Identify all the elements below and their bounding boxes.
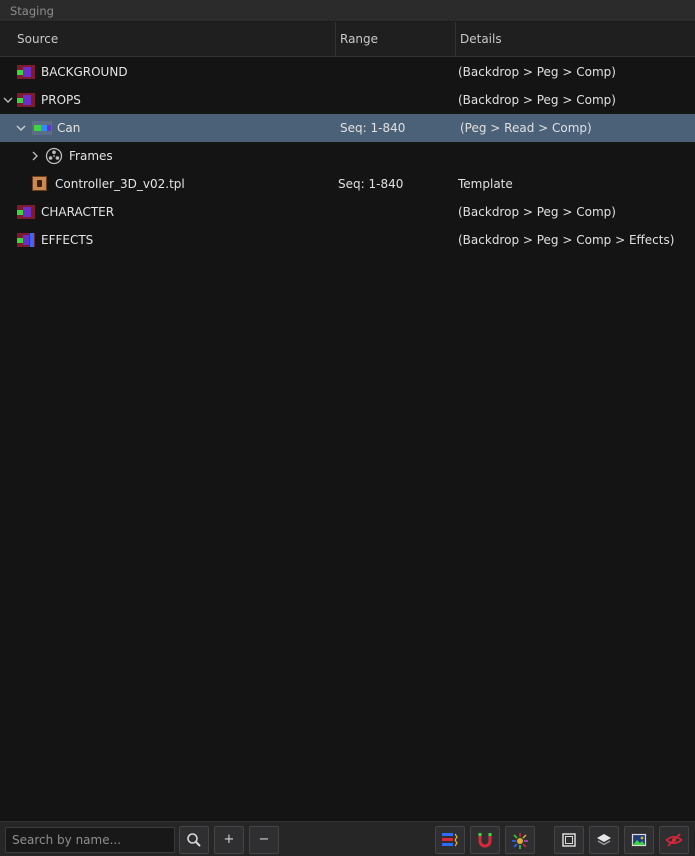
row-details: Template xyxy=(458,177,513,191)
tree-row-effects[interactable]: EFFECTS (Backdrop > Peg > Comp > Effects… xyxy=(0,226,695,254)
panel-title-bar: Staging xyxy=(0,0,695,22)
effects-group-icon xyxy=(17,233,35,247)
film-reel-icon xyxy=(45,147,63,165)
column-divider[interactable] xyxy=(455,22,456,57)
row-range: Seq: 1-840 xyxy=(340,121,406,135)
row-details: (Backdrop > Peg > Comp) xyxy=(458,205,616,219)
column-range[interactable]: Range xyxy=(340,22,378,57)
tree-row-can[interactable]: Can Seq: 1-840 (Peg > Read > Comp) xyxy=(0,114,695,142)
row-label: BACKGROUND xyxy=(41,65,128,79)
magnet-button[interactable] xyxy=(470,826,500,854)
row-details: (Backdrop > Peg > Comp > Effects) xyxy=(458,233,675,247)
panel-title: Staging xyxy=(10,4,54,18)
row-details: (Peg > Read > Comp) xyxy=(460,121,592,135)
effects-burst-button[interactable] xyxy=(505,826,535,854)
column-source[interactable]: Source xyxy=(17,22,58,57)
node-color-button[interactable] xyxy=(435,826,465,854)
image-button[interactable] xyxy=(624,826,654,854)
layers-button[interactable] xyxy=(589,826,619,854)
row-label: EFFECTS xyxy=(41,233,94,247)
search-input[interactable] xyxy=(5,827,175,853)
row-label: CHARACTER xyxy=(41,205,115,219)
row-details: (Backdrop > Peg > Comp) xyxy=(458,65,616,79)
layers-icon xyxy=(597,834,611,846)
layer-group-icon xyxy=(17,93,35,107)
layer-group-icon xyxy=(17,205,35,219)
layer-group-icon xyxy=(17,65,35,79)
layer-group-icon xyxy=(32,121,52,135)
row-label: Frames xyxy=(69,149,113,163)
row-range: Seq: 1-840 xyxy=(338,177,404,191)
tree-row-controller-template[interactable]: Controller_3D_v02.tpl Seq: 1-840 Templat… xyxy=(0,170,695,198)
effects-burst-icon xyxy=(512,833,528,849)
search-button[interactable] xyxy=(179,826,209,854)
column-details[interactable]: Details xyxy=(460,22,502,57)
template-icon xyxy=(32,176,47,191)
magnet-icon xyxy=(478,833,492,848)
add-button[interactable]: + xyxy=(214,826,244,854)
row-label: PROPS xyxy=(41,93,81,107)
camera-frame-icon xyxy=(562,833,576,847)
row-label: Can xyxy=(57,121,81,135)
search-icon xyxy=(187,833,201,847)
chevron-down-icon[interactable] xyxy=(16,123,26,133)
chevron-down-icon[interactable] xyxy=(3,95,13,105)
column-header: Source Range Details xyxy=(0,22,695,57)
image-icon xyxy=(631,833,647,847)
remove-button[interactable]: − xyxy=(249,826,279,854)
staging-toolbar: + − xyxy=(0,821,695,856)
column-divider[interactable] xyxy=(335,22,336,57)
staging-tree: BACKGROUND (Backdrop > Peg > Comp) PROPS… xyxy=(0,58,695,254)
chevron-right-icon[interactable] xyxy=(30,151,40,161)
row-label: Controller_3D_v02.tpl xyxy=(55,177,185,191)
tree-row-background[interactable]: BACKGROUND (Backdrop > Peg > Comp) xyxy=(0,58,695,86)
node-color-icon xyxy=(442,833,458,847)
tree-row-frames[interactable]: Frames xyxy=(0,142,695,170)
tree-row-character[interactable]: CHARACTER (Backdrop > Peg > Comp) xyxy=(0,198,695,226)
hide-button[interactable] xyxy=(659,826,689,854)
camera-frame-button[interactable] xyxy=(554,826,584,854)
row-details: (Backdrop > Peg > Comp) xyxy=(458,93,616,107)
tree-row-props[interactable]: PROPS (Backdrop > Peg > Comp) xyxy=(0,86,695,114)
eye-hidden-icon xyxy=(665,833,683,847)
